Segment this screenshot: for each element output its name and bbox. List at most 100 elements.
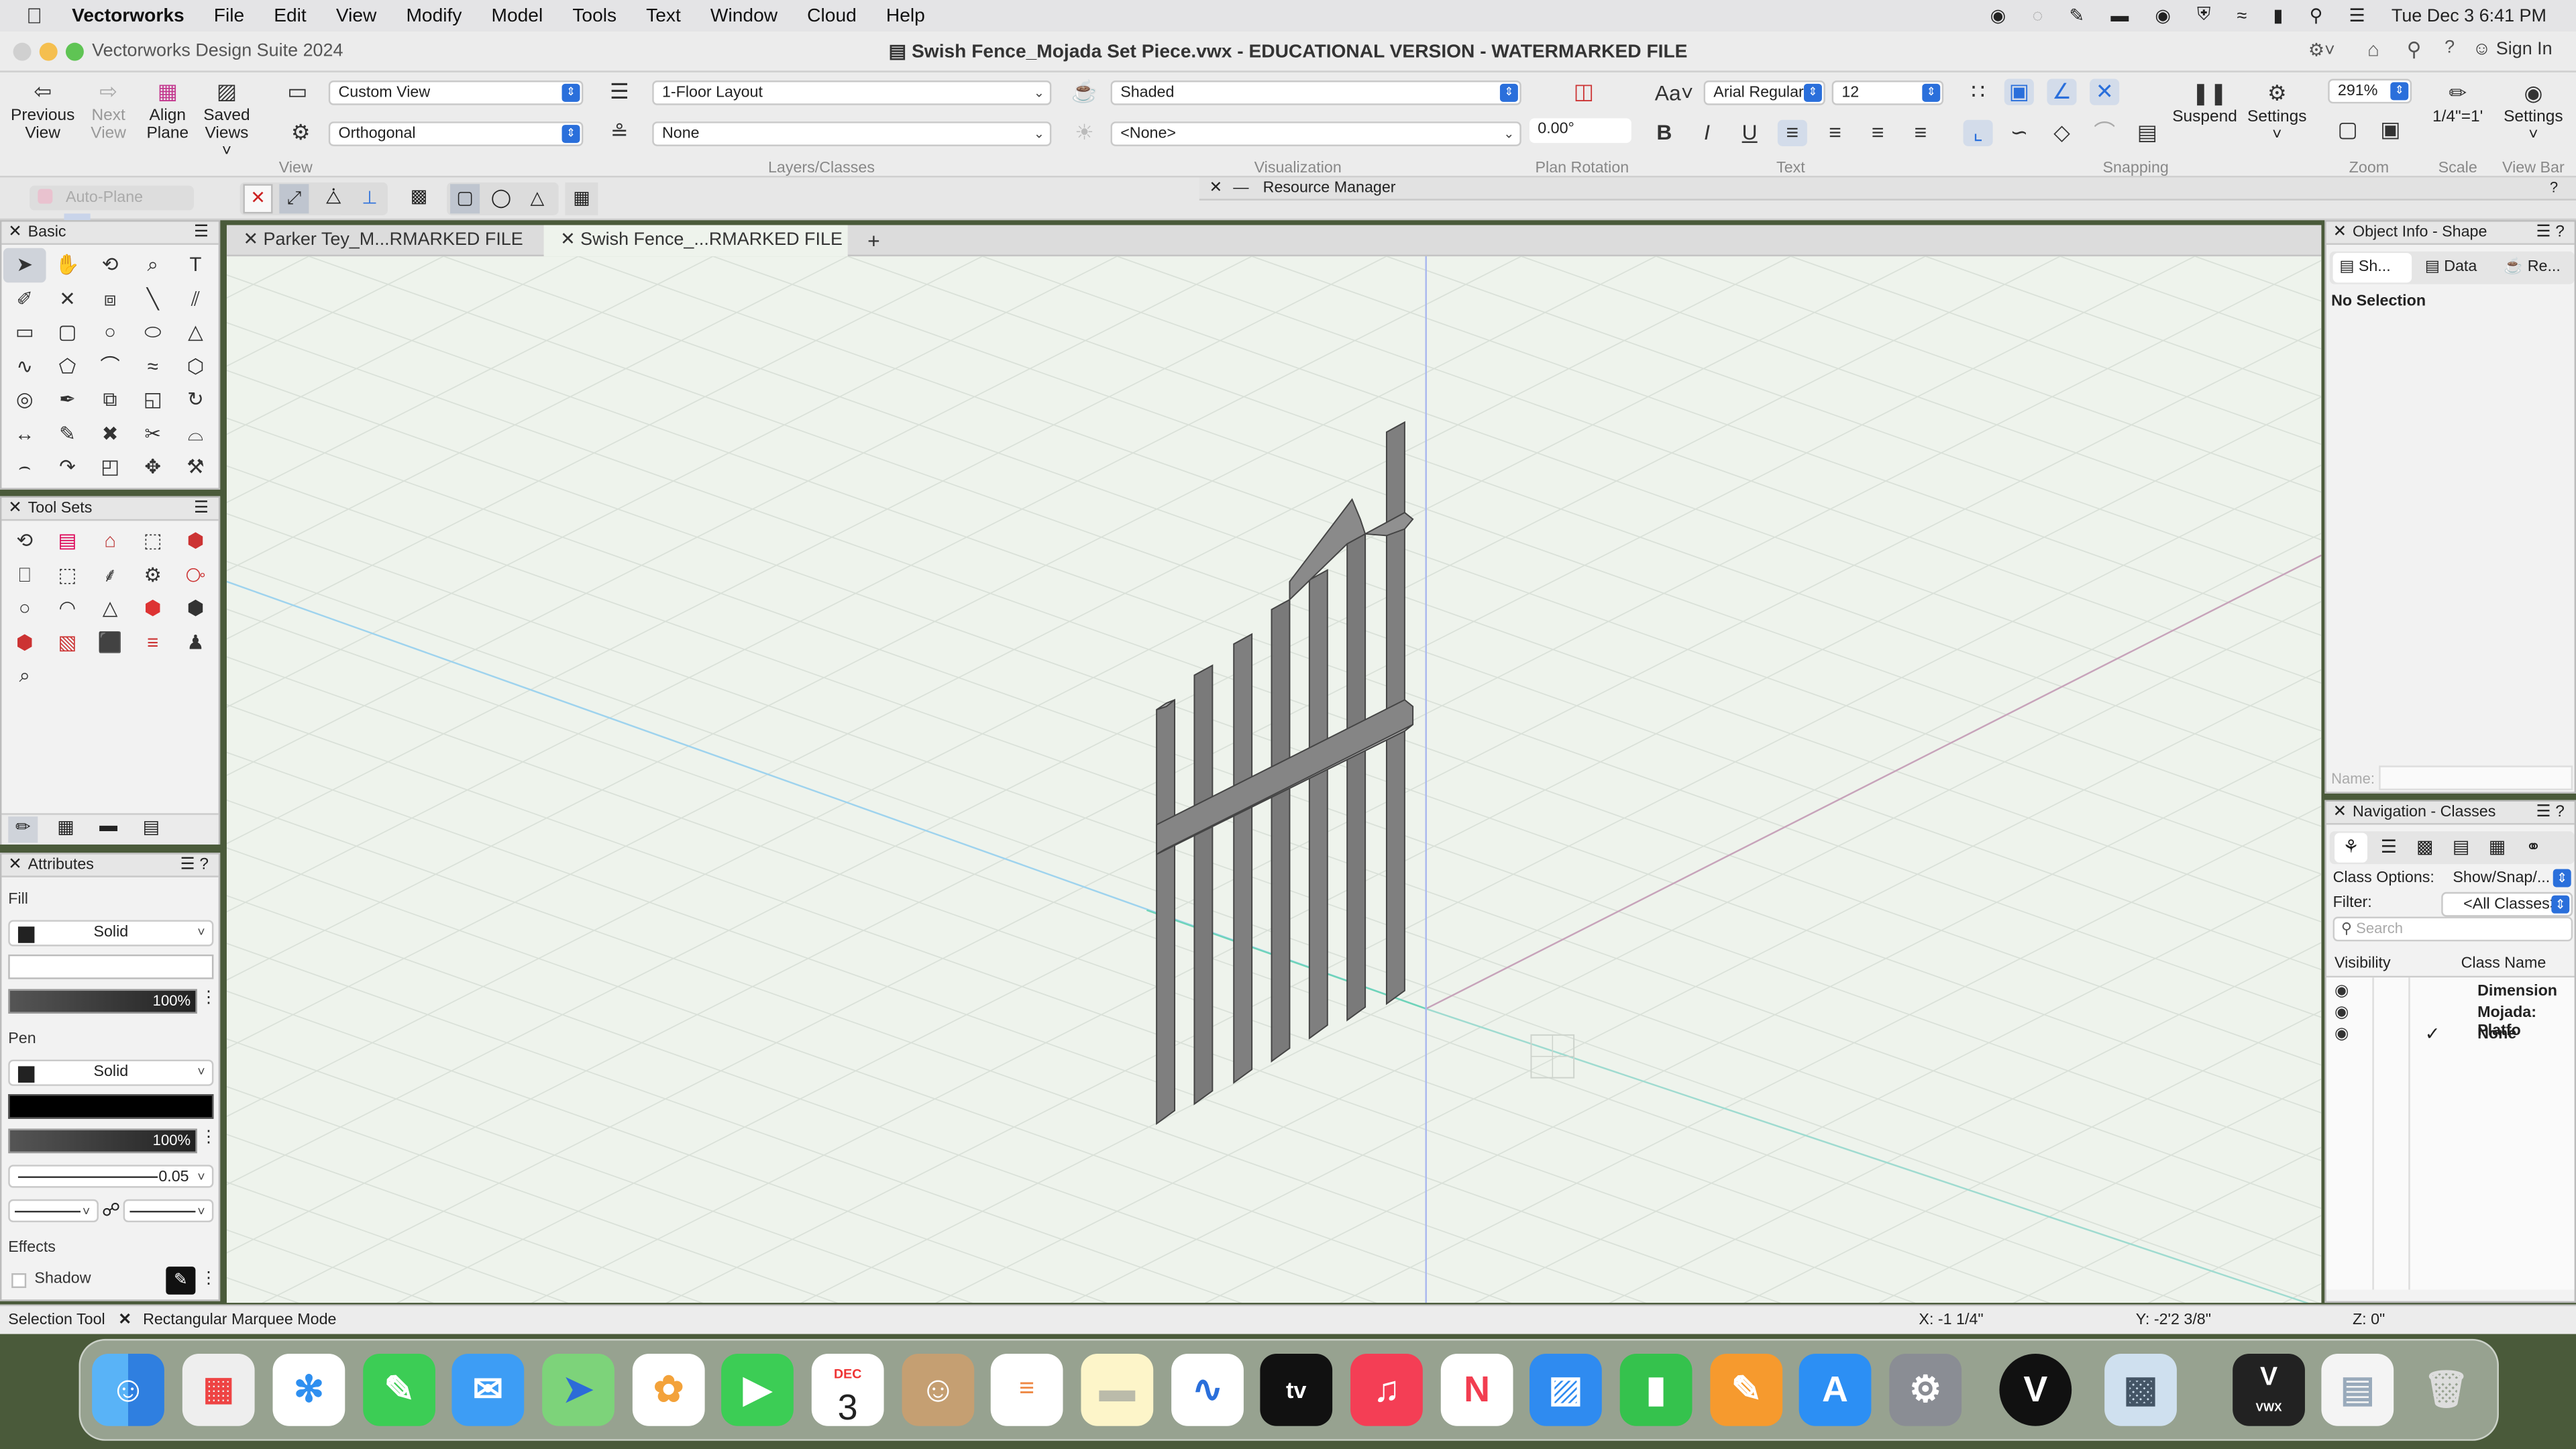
shield-icon[interactable]: ⛨	[2184, 5, 2224, 26]
nav-sheets-icon[interactable]: ▩	[2408, 831, 2441, 864]
pen-style-dropdown[interactable]: Solid ˅	[8, 1059, 214, 1086]
photos-icon[interactable]: ✿	[632, 1353, 705, 1426]
pencil-icon[interactable]: ✎	[46, 417, 89, 450]
tab-data[interactable]: ▤ Data	[2422, 252, 2477, 284]
eyedropper-icon[interactable]: ✒	[46, 383, 89, 417]
circle-icon[interactable]: ○	[89, 315, 131, 349]
furniture-icon[interactable]: ⎕	[3, 557, 46, 591]
vectorworks-icon[interactable]: V	[1999, 1353, 2072, 1426]
eye-icon[interactable]: ◉	[2334, 983, 2349, 1001]
snap-object-icon[interactable]: ▣	[2004, 78, 2034, 105]
polygon-icon[interactable]: ⬠	[46, 349, 89, 382]
plan-rotation-field[interactable]: 0.00°	[1529, 118, 1631, 144]
freeform-icon[interactable]: ∿	[1171, 1353, 1244, 1426]
projection-dropdown[interactable]: Orthogonal ⇕	[328, 121, 584, 146]
building-toolset-icon[interactable]: ▤	[136, 816, 166, 843]
messages-icon[interactable]: ✎	[363, 1353, 435, 1426]
x-icon[interactable]: ✕	[46, 282, 89, 315]
menu-edit[interactable]: Edit	[259, 6, 321, 25]
render-mode-dropdown[interactable]: Shaded ⇕	[1110, 80, 1521, 105]
align-plane-button[interactable]: ▦ Align Plane	[142, 80, 194, 143]
wifi-icon[interactable]: ≈	[2224, 6, 2260, 25]
circle-tool-icon[interactable]: ○	[3, 592, 46, 625]
vwx-file-icon[interactable]: V VWX	[2233, 1353, 2305, 1426]
scale-button[interactable]: ✏ 1/4"=1'	[2425, 81, 2491, 126]
battery-icon[interactable]: ▮	[2260, 5, 2296, 26]
line-icon[interactable]: ╲	[131, 282, 174, 315]
maps-icon[interactable]: ➤	[542, 1353, 614, 1426]
close-icon[interactable]: ✕	[8, 222, 22, 245]
sign-in-button[interactable]: ☺ Sign In	[2473, 40, 2553, 59]
numbers-icon[interactable]: ▮	[1619, 1353, 1693, 1426]
selection-arrow-icon[interactable]: ➤	[3, 248, 46, 282]
appstore-icon[interactable]: A	[1799, 1353, 1872, 1426]
zoom-dropdown[interactable]: 291% ⇕	[2328, 78, 2412, 104]
single-object-icon[interactable]: ▩	[404, 186, 433, 212]
line-weight-dropdown[interactable]: 0.05 ˅	[8, 1165, 214, 1188]
plane-axes-icon[interactable]: ⊥	[355, 184, 384, 213]
preview-icon[interactable]: ▩	[2104, 1353, 2177, 1426]
home-icon[interactable]: ⌂	[2367, 38, 2379, 60]
suspend-snapping-button[interactable]: ❚❚ Suspend	[2169, 81, 2241, 126]
projection-icon[interactable]: ⚙	[286, 120, 315, 146]
class-dropdown[interactable]: None ⌄	[652, 121, 1052, 146]
menu-file[interactable]: File	[199, 6, 259, 25]
menu-model[interactable]: Model	[476, 6, 557, 25]
close-icon[interactable]: ✕	[8, 854, 22, 877]
control-center-icon[interactable]: ☰	[2336, 5, 2378, 26]
menu-cloud[interactable]: Cloud	[792, 6, 871, 25]
lighting-icon[interactable]: ☀	[1069, 120, 1099, 146]
disable-interactive-scaling-icon[interactable]: ✕	[243, 184, 273, 214]
tab-swish-fence[interactable]: ✕ Swish Fence_...RMARKED FILE	[543, 225, 848, 257]
search-tool-icon[interactable]: ⌕	[3, 659, 46, 692]
push-pull-icon[interactable]: ⧈	[89, 282, 131, 315]
pen-opacity-slider[interactable]: 100%	[8, 1128, 197, 1154]
person-icon[interactable]: ♟	[174, 625, 217, 659]
filter-dropdown[interactable]: <All Classes> ⇕	[2441, 892, 2573, 917]
italic-button[interactable]: I	[1692, 120, 1721, 146]
apple-icon[interactable]: 	[0, 3, 57, 28]
curve-icon[interactable]: ⌒	[89, 349, 131, 382]
font-dropdown[interactable]: Arial Regular ⇕	[1703, 80, 1825, 105]
justify-button[interactable]: ≡	[1906, 120, 1935, 146]
cone-icon[interactable]: △	[89, 592, 131, 625]
launchpad-icon[interactable]: ▦	[182, 1353, 255, 1426]
keynote-icon[interactable]: ▨	[1529, 1353, 1602, 1426]
mail-icon[interactable]: ✉	[451, 1353, 525, 1426]
snap-tangent-icon[interactable]: ∽	[2004, 120, 2034, 146]
menu-view[interactable]: View	[321, 6, 392, 25]
crop-icon[interactable]: ⧉	[89, 383, 131, 417]
name-field[interactable]	[2379, 765, 2573, 790]
site-planning-icon[interactable]: ⌂	[89, 524, 131, 557]
end-marker-dropdown[interactable]: ˅	[123, 1199, 214, 1223]
landscape-icon[interactable]: ⸙	[89, 557, 131, 591]
camera-toolset-icon[interactable]: ▦	[51, 816, 80, 843]
nav-layers-icon[interactable]: ☰	[2372, 831, 2405, 864]
arc-icon[interactable]: ⌢	[3, 450, 46, 484]
fillet-icon[interactable]: ⌓	[174, 417, 217, 450]
bold-button[interactable]: B	[1650, 120, 1679, 146]
search-icon[interactable]: ⚲	[2296, 5, 2336, 26]
pen-icon[interactable]: ✎	[2056, 5, 2098, 26]
search-icon[interactable]: ⚲	[2407, 38, 2422, 60]
auto-plane-toggle[interactable]: Auto-Plane	[30, 185, 194, 229]
collapse-icon[interactable]: —	[1226, 179, 1248, 197]
nav-views-icon[interactable]: ▤	[2445, 831, 2477, 864]
oval-icon[interactable]: ⬭	[131, 315, 174, 349]
saved-views-button[interactable]: ▨ Saved Views ˅	[201, 80, 253, 161]
snap-intersection-icon[interactable]: ✕	[2090, 78, 2120, 105]
fit-to-window-icon[interactable]: ▢	[2333, 117, 2363, 143]
ruler-toolset-icon[interactable]: ▬	[94, 816, 123, 843]
tab-shape[interactable]: ▤ Sh...	[2332, 253, 2412, 283]
snap-angle-icon[interactable]: ∠	[2047, 78, 2077, 105]
fill-color-swatch[interactable]	[8, 954, 214, 979]
font-size-dropdown[interactable]: 12 ⇕	[1831, 80, 1944, 105]
document-icon[interactable]: ▤	[2321, 1353, 2394, 1426]
fill-opacity-slider[interactable]: 100%	[8, 989, 197, 1014]
finder-icon[interactable]: ☺	[92, 1353, 164, 1426]
new-tab-button[interactable]: +	[851, 225, 884, 257]
fill-opacity-menu-icon[interactable]: ⋮	[201, 989, 217, 1007]
car-icon[interactable]: ▬	[2098, 6, 2142, 25]
visibility-column-header[interactable]: Visibility	[2334, 951, 2391, 977]
flyover-icon[interactable]: ⟲	[89, 248, 131, 282]
